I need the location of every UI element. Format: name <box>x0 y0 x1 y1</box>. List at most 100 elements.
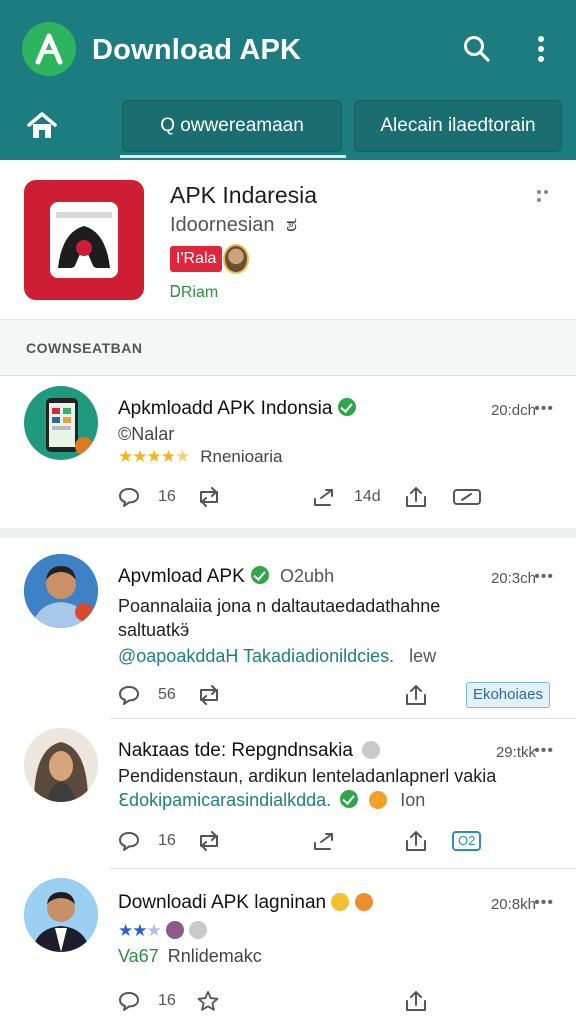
reply-button[interactable]: 16 <box>118 986 176 1016</box>
rating-stars-icon: ★★★★ <box>118 447 176 466</box>
tab-search[interactable]: Q owwereamaan <box>122 100 342 152</box>
post-text: Pendidenstaun, ardikun lenteladanlapnerl… <box>118 766 497 786</box>
feed-post[interactable]: Downloadi APK lagninan 20:8kh ••• ★★★ Va… <box>0 872 576 1024</box>
upload-icon[interactable] <box>404 826 428 856</box>
post-text-continued: saltuatkӭ <box>118 620 190 640</box>
feed-post[interactable]: Apkmloadd APK Indonsia 20:dch ••• ©Nalar… <box>0 376 576 526</box>
post-author-label: Downloadi APK lagninan <box>118 892 327 913</box>
face-emoji-icon <box>354 893 373 911</box>
post-text: ©Nalar <box>118 424 175 444</box>
post-link-text: @oapoakddaH Takadiadionildcies. <box>118 646 395 666</box>
post-author-label: Apvmload APK <box>118 566 245 587</box>
post-handle: O2ubh <box>280 566 335 586</box>
post-author-label: Nakɪaas tde: Repgndnsakia <box>118 740 353 761</box>
repost-icon[interactable] <box>196 826 222 856</box>
app-name: APK Indaresia <box>170 182 318 208</box>
smile-emoji-icon <box>331 893 350 911</box>
rating-stars-icon: ★★ <box>118 921 148 940</box>
repost-icon[interactable] <box>196 482 222 512</box>
post-actions: 16 <box>0 986 576 1016</box>
share-button[interactable]: 14d <box>312 482 381 512</box>
feed-post[interactable]: Nakɪaas tde: Repgndnsakia 29:tkk ••• Pen… <box>0 722 576 868</box>
reply-count: 16 <box>158 992 176 1009</box>
verified-icon <box>340 790 359 808</box>
stats-badge-label: O2 <box>452 831 482 851</box>
feed-post[interactable]: Apvmload APK O2ubh 20:3ch ••• Poannalaii… <box>0 540 576 718</box>
app-logo-icon <box>22 22 76 76</box>
section-title: COWNSEATBAN <box>26 340 143 356</box>
app-meta: ᎠRiam <box>170 284 219 301</box>
more-vert-icon[interactable] <box>524 32 558 66</box>
post-text: Poannalaiia jona n daltautaedadathahne <box>118 596 441 616</box>
app-rating-badge: I'Rala <box>170 246 223 272</box>
post-author[interactable]: Apvmload APK O2ubh <box>118 566 334 588</box>
avatar[interactable] <box>24 728 98 802</box>
post-more-icon[interactable]: ••• <box>534 894 554 912</box>
rating-empty-star-icon: ★ <box>146 921 161 940</box>
rating-half-star-icon: ★ <box>174 447 190 466</box>
post-divider <box>0 528 576 538</box>
app-more-icon[interactable] <box>535 186 549 209</box>
reply-count: 16 <box>158 832 176 849</box>
post-more-icon[interactable]: ••• <box>534 742 554 760</box>
app-developer-glyph: ಶ <box>286 214 298 236</box>
muted-badge-icon <box>362 741 381 759</box>
follow-button[interactable]: Ekohoiaes <box>465 682 550 708</box>
post-meta: Va67 Rnlidemakc <box>118 946 262 967</box>
rating-prefix: Va67 <box>118 946 159 966</box>
share-count: 14d <box>354 488 381 505</box>
search-icon[interactable] <box>460 32 494 66</box>
user-badge-icon <box>165 921 184 939</box>
post-time: 29:tkk <box>495 744 536 761</box>
post-link[interactable]: Ꜫdokipamicarasindialkdda. Ion <box>118 790 425 811</box>
post-time: 20:dch <box>490 402 536 419</box>
post-link-tail: Ion <box>400 790 426 810</box>
star-icon[interactable] <box>196 986 220 1016</box>
active-tab-indicator <box>120 155 346 158</box>
post-author[interactable]: Nakɪaas tde: Repgndnsakia <box>118 740 381 762</box>
app-screen: Download APK Q owwereamaan Alecain ilaed… <box>0 0 576 1024</box>
stats-icon[interactable] <box>452 482 482 512</box>
post-actions: 16 14d <box>0 482 576 512</box>
muted-badge-icon <box>188 921 207 939</box>
upload-icon[interactable] <box>404 986 428 1016</box>
app-card[interactable]: APK Indaresia Idoornesian ಶ I'Rala ᎠRiam <box>0 160 576 320</box>
post-author[interactable]: Apkmloadd APK Indonsia <box>118 398 357 420</box>
post-divider <box>110 868 576 869</box>
avatar[interactable] <box>24 554 98 628</box>
header-title: Download APK <box>92 34 302 66</box>
tab-search-label: Q owwereamaan <box>160 115 304 136</box>
post-divider <box>110 718 576 719</box>
reply-count: 16 <box>158 488 176 505</box>
post-more-icon[interactable]: ••• <box>534 568 554 586</box>
tab-category[interactable]: Alecain ilaedtorain <box>354 100 562 152</box>
post-time: 20:8kh <box>490 896 536 913</box>
apk-app-icon <box>24 180 144 300</box>
reply-button[interactable]: 16 <box>118 482 176 512</box>
repost-icon[interactable] <box>196 680 222 710</box>
app-header: Download APK Q owwereamaan Alecain ilaed… <box>0 0 576 160</box>
emoji-icon <box>369 791 388 809</box>
rating-label: Rnenioaria <box>200 447 283 466</box>
rating-label: Rnlidemakc <box>167 946 262 966</box>
post-link[interactable]: @oapoakddaH Takadiadionildcies. lew <box>118 646 436 667</box>
post-time: 20:3ch <box>490 570 536 587</box>
stats-badge[interactable]: O2 <box>452 826 482 856</box>
reply-button[interactable]: 56 <box>118 680 176 710</box>
section-header: COWNSEATBAN <box>0 320 576 376</box>
upload-icon[interactable] <box>404 482 428 512</box>
post-author[interactable]: Downloadi APK lagninan <box>118 892 373 914</box>
post-link-text: Ꜫdokipamicarasindialkdda. <box>118 790 332 810</box>
app-developer: Idoornesian ಶ <box>170 214 297 237</box>
post-link-tail: lew <box>409 646 437 666</box>
avatar[interactable] <box>24 386 98 460</box>
upload-icon[interactable] <box>404 680 428 710</box>
post-actions: 16 O2 <box>0 826 576 856</box>
app-developer-label: Idoornesian <box>170 214 275 236</box>
post-author-label: Apkmloadd APK Indonsia <box>118 398 333 419</box>
share-icon[interactable] <box>312 826 338 856</box>
home-icon[interactable] <box>22 106 62 146</box>
post-more-icon[interactable]: ••• <box>534 400 554 418</box>
reply-button[interactable]: 16 <box>118 826 176 856</box>
avatar[interactable] <box>24 878 98 952</box>
